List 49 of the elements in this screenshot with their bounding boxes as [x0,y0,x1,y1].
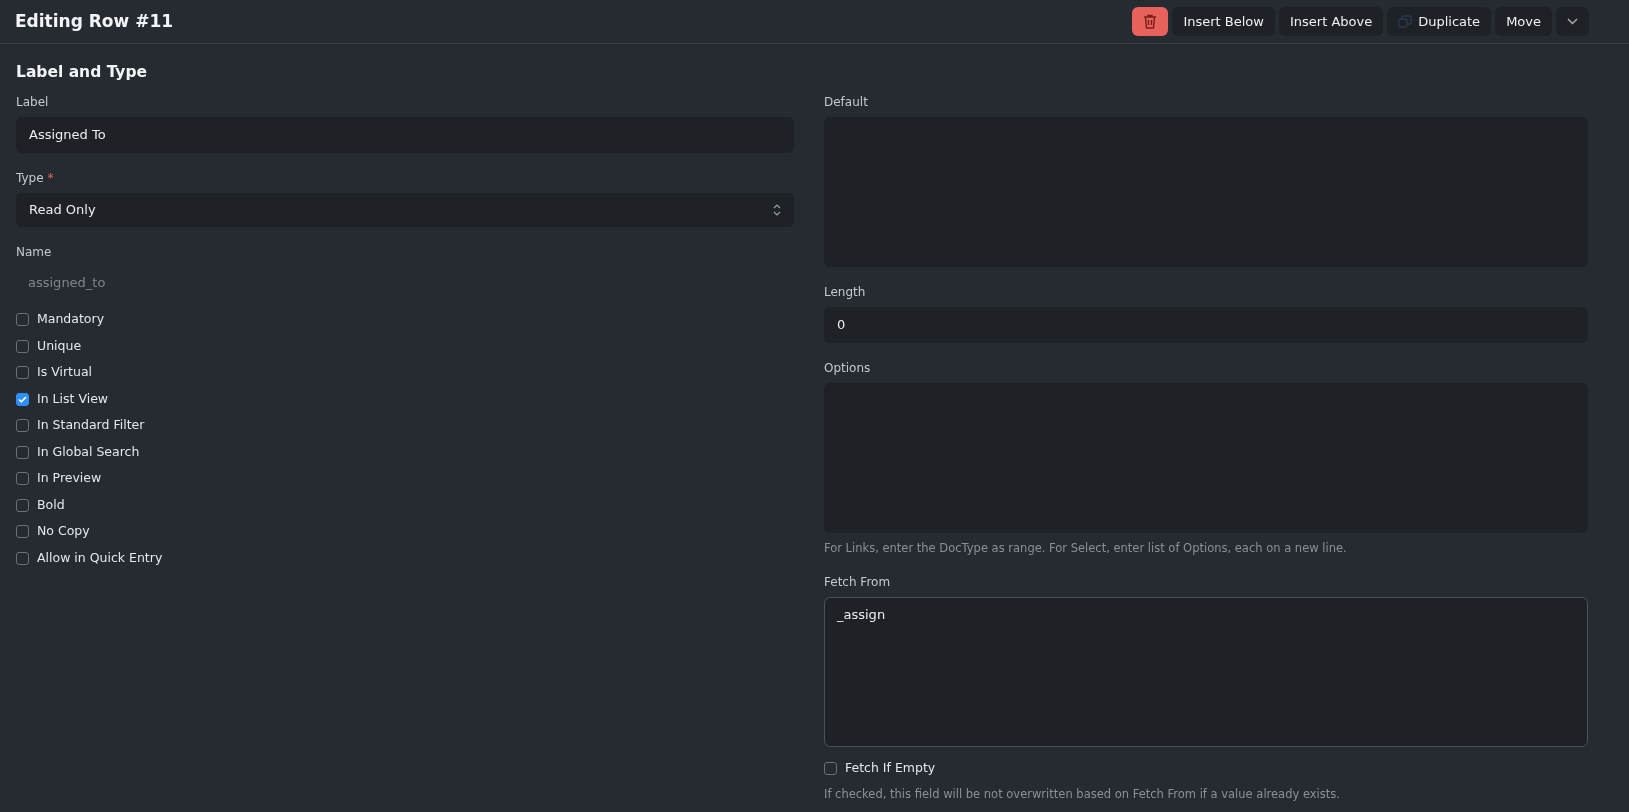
delete-button[interactable] [1132,7,1169,36]
text-area[interactable]: _assign [824,597,1588,747]
read-only-value: assigned_to [27,273,107,292]
checkbox[interactable] [16,313,29,326]
trash-icon [1143,14,1158,29]
input-field[interactable]: Assigned To [16,117,794,153]
checkbox-label: In Global Search [37,442,140,461]
checkbox[interactable] [16,445,29,459]
checkbox-label: Unique [37,336,82,355]
sort-arrows-icon [773,203,781,216]
required-mark: * [47,170,54,185]
checkbox-label: In Standard Filter [37,416,145,435]
help-text: If checked, this field will be not overwritten based on Fetch From if a value already exists. [824,785,1341,803]
duplicate-button[interactable]: Duplicate [1387,7,1492,36]
field-label: Type [16,170,44,185]
checkbox[interactable] [16,392,29,406]
field-label: Label [16,95,49,110]
field-label: Fetch From [824,575,891,589]
checkbox[interactable] [16,525,29,538]
checkbox[interactable] [16,498,29,512]
panel-title: Editing Row #11 [15,9,174,33]
checkbox[interactable] [16,419,29,432]
field-label: Length [824,285,866,300]
toolbar-button[interactable]: Insert Below [1172,7,1275,36]
checkbox-label: Fetch If Empty [845,758,936,777]
field-label: Name [16,244,52,259]
toolbar-button[interactable]: Move [1495,7,1552,36]
field-label: Options [824,360,871,375]
copy-icon [1398,15,1413,28]
checkbox[interactable] [16,339,29,353]
checkbox[interactable] [16,366,29,379]
checkbox[interactable] [16,472,29,485]
help-text: For Links, enter the DocType as range. For Select, enter list of Options, each on a new line. [824,539,1348,557]
chevron-down-icon [1567,18,1578,25]
toolbar-button[interactable]: Insert Above [1278,7,1384,36]
checkbox[interactable] [16,551,29,565]
input-field[interactable]: 0 [824,307,1588,343]
checkbox-label: In List View [37,389,109,408]
checkbox-label: Is Virtual [37,363,93,382]
checkbox[interactable] [824,761,837,775]
checkbox-label: Allow in Quick Entry [37,548,163,567]
select-field[interactable]: Read Only [16,192,794,227]
checkbox-label: No Copy [37,522,90,541]
field-label: Default [824,95,868,110]
checkbox-label: Bold [37,495,65,514]
checkbox-label: In Preview [37,469,102,488]
collapse-button[interactable] [1556,7,1589,36]
section-title: Label and Type [16,62,149,83]
checkbox-label: Mandatory [37,310,105,329]
